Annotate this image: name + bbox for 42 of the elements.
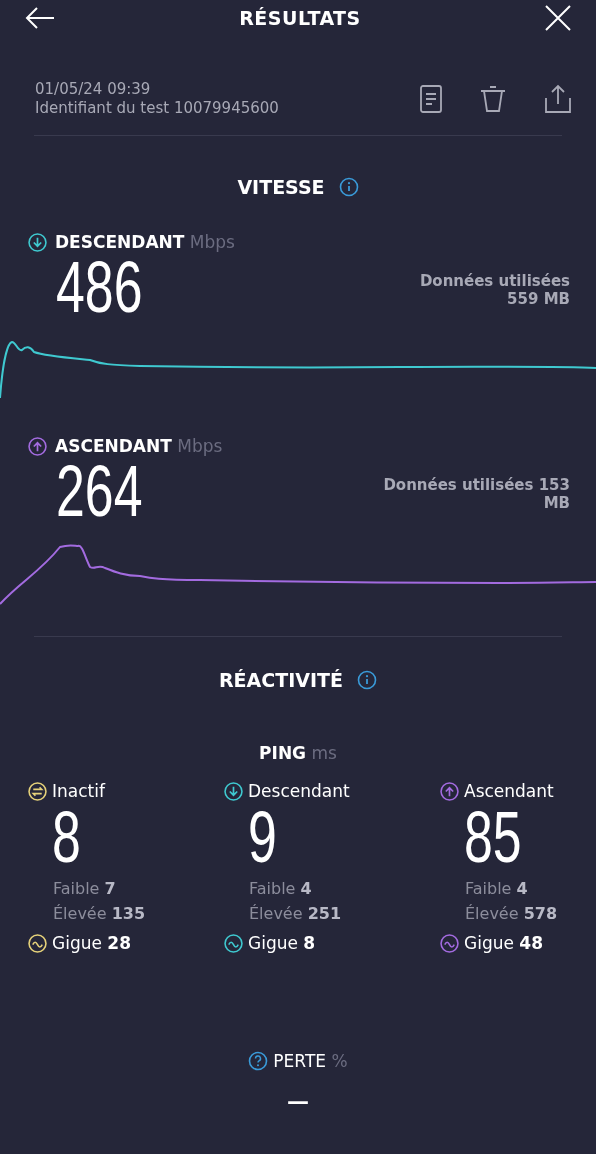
wave-icon xyxy=(224,933,243,953)
back-arrow-icon[interactable] xyxy=(24,6,56,30)
high-ping: Élevée 135 xyxy=(52,904,147,923)
ping-value: 9 xyxy=(248,802,277,872)
jitter: Gigue 8 xyxy=(248,933,316,953)
page-title: RÉSULTATS xyxy=(239,7,361,29)
speed-value: 264 xyxy=(56,456,143,526)
test-datetime: 01/05/24 09:39 xyxy=(35,80,152,98)
document-icon[interactable] xyxy=(420,84,442,113)
jitter: Gigue 48 xyxy=(464,933,543,953)
info-icon[interactable] xyxy=(338,177,359,197)
trash-icon[interactable] xyxy=(480,84,506,113)
wave-icon xyxy=(440,933,459,953)
data-used: Données utilisées 153 MB xyxy=(382,476,570,512)
low-ping: Faible 4 xyxy=(248,879,313,898)
help-icon[interactable] xyxy=(248,1051,269,1071)
ping-column-label: Descendant xyxy=(248,781,350,801)
info-icon[interactable] xyxy=(357,670,377,690)
download-icon xyxy=(28,232,47,252)
ping-value: 85 xyxy=(464,802,522,872)
loss-value: — xyxy=(287,1089,309,1114)
section-title: RÉACTIVITÉ xyxy=(219,669,343,691)
ping-label: PING ms xyxy=(259,743,337,763)
loss-label: PERTE % xyxy=(273,1051,348,1071)
speed-label: DESCENDANT Mbps xyxy=(55,232,235,252)
high-ping: Élevée 578 xyxy=(464,904,559,923)
low-ping: Faible 7 xyxy=(52,879,117,898)
share-icon[interactable] xyxy=(544,83,572,114)
data-used: Données utilisées 559 MB xyxy=(418,272,570,308)
jitter: Gigue 28 xyxy=(52,933,131,953)
test-id: Identifiant du test 10079945600 xyxy=(35,99,279,117)
speed-value: 486 xyxy=(56,252,143,322)
upload-icon xyxy=(28,436,47,456)
wave-icon xyxy=(28,933,47,953)
ping-column-label: Inactif xyxy=(52,781,105,801)
low-ping: Faible 4 xyxy=(464,879,529,898)
section-title: VITESSE xyxy=(237,176,325,198)
speed-label: ASCENDANT Mbps xyxy=(55,436,223,456)
ping-value: 8 xyxy=(52,802,81,872)
high-ping: Élevée 251 xyxy=(248,904,343,923)
close-icon[interactable] xyxy=(544,4,572,32)
ping-column-label: Ascendant xyxy=(464,781,554,801)
